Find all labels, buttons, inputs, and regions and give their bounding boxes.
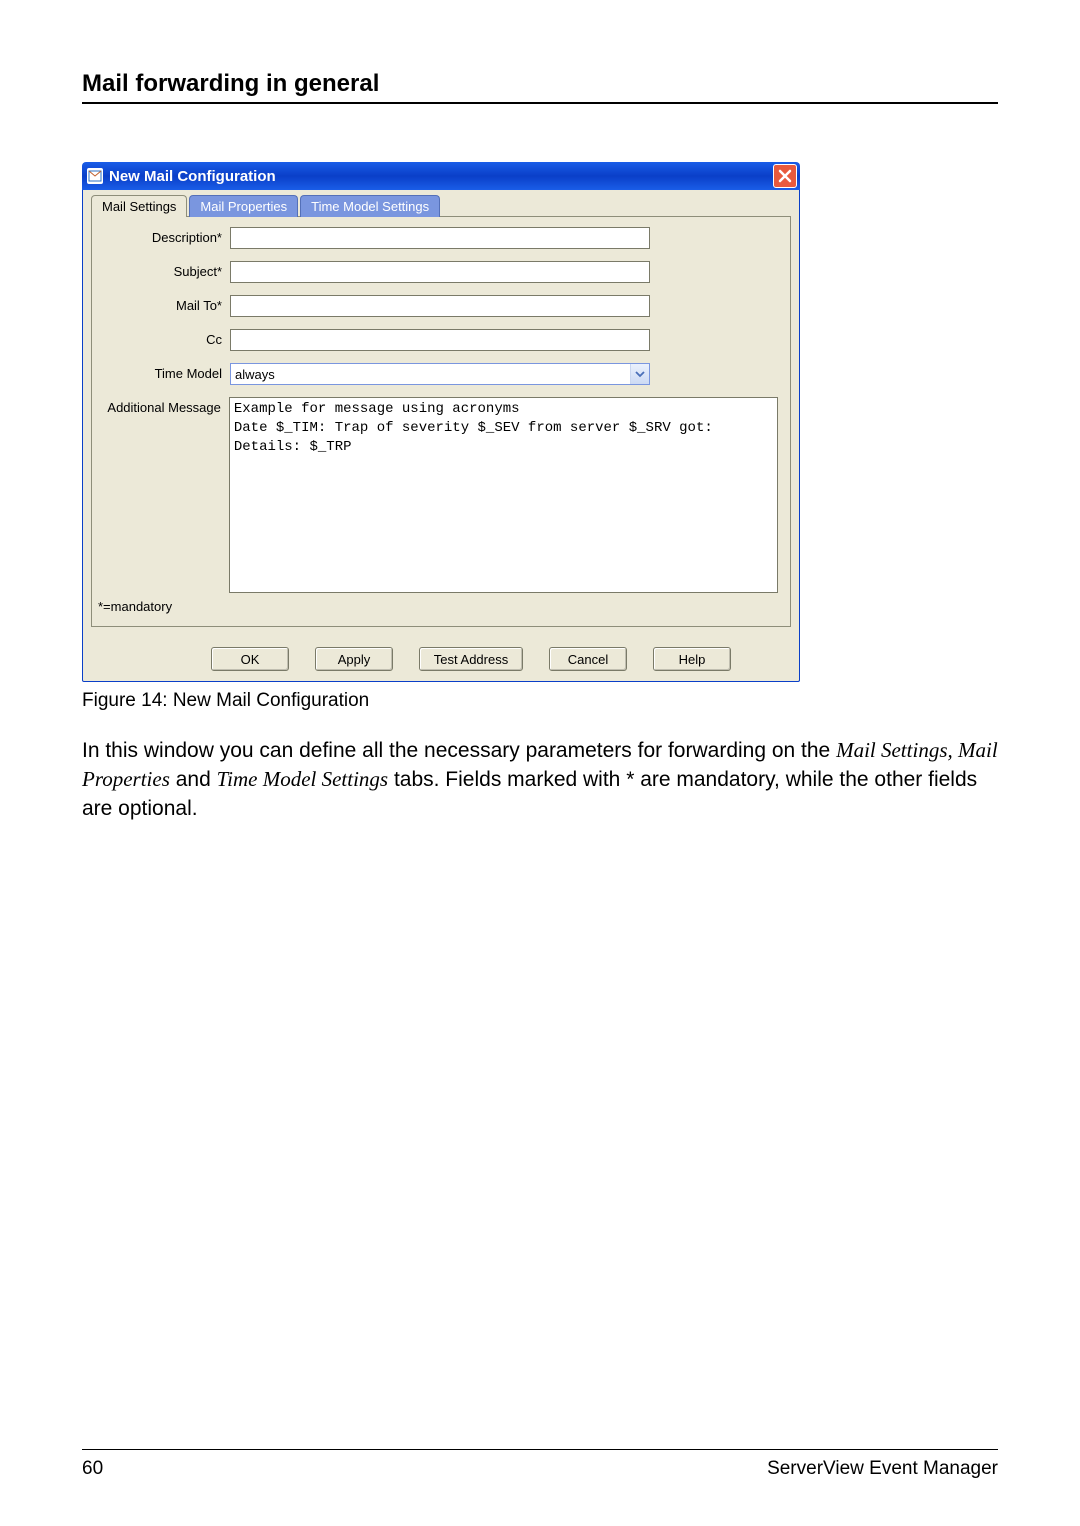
page-number: 60 <box>82 1458 103 1480</box>
timemodel-value: always <box>235 367 275 382</box>
chevron-down-icon <box>630 364 649 384</box>
ok-button[interactable]: OK <box>211 647 289 671</box>
timemodel-select[interactable]: always <box>230 363 650 385</box>
heading-rule <box>82 102 998 104</box>
label-additional: Additional Message <box>96 397 229 415</box>
cc-input[interactable] <box>230 329 650 351</box>
close-button[interactable] <box>773 164 797 188</box>
dialog-new-mail-configuration: New Mail Configuration Mail Settings Mai… <box>82 162 800 682</box>
label-subject: Subject* <box>96 261 230 279</box>
label-timemodel: Time Model <box>96 363 230 381</box>
figure-caption: Figure 14: New Mail Configuration <box>82 690 998 712</box>
body-text-2: and <box>170 768 217 791</box>
mandatory-note: *=mandatory <box>98 599 778 614</box>
app-icon <box>87 168 103 184</box>
label-mailto: Mail To* <box>96 295 230 313</box>
body-paragraph: In this window you can define all the ne… <box>82 736 998 823</box>
titlebar: New Mail Configuration <box>82 162 800 190</box>
label-description: Description* <box>96 227 230 245</box>
tab-panel-mail-settings: Description* Subject* Mail To* Cc Time M… <box>91 216 791 627</box>
close-icon <box>778 169 792 183</box>
body-italic-2: Time Model Settings <box>217 767 389 791</box>
apply-button[interactable]: Apply <box>315 647 393 671</box>
subject-input[interactable] <box>230 261 650 283</box>
test-address-button[interactable]: Test Address <box>419 647 523 671</box>
tab-mail-properties[interactable]: Mail Properties <box>189 195 298 217</box>
titlebar-text: New Mail Configuration <box>109 168 276 185</box>
label-cc: Cc <box>96 329 230 347</box>
cancel-button[interactable]: Cancel <box>549 647 627 671</box>
section-heading: Mail forwarding in general <box>82 70 998 98</box>
document-title: ServerView Event Manager <box>767 1458 998 1480</box>
tab-time-model-settings[interactable]: Time Model Settings <box>300 195 440 217</box>
button-row: OK Apply Test Address Cancel Help <box>211 647 791 671</box>
tab-mail-settings[interactable]: Mail Settings <box>91 195 187 217</box>
help-button[interactable]: Help <box>653 647 731 671</box>
body-text-1: In this window you can define all the ne… <box>82 739 836 762</box>
page-footer: 60 ServerView Event Manager <box>82 1449 998 1480</box>
additional-message-input[interactable] <box>229 397 778 593</box>
description-input[interactable] <box>230 227 650 249</box>
mailto-input[interactable] <box>230 295 650 317</box>
tab-bar: Mail Settings Mail Properties Time Model… <box>91 195 791 217</box>
